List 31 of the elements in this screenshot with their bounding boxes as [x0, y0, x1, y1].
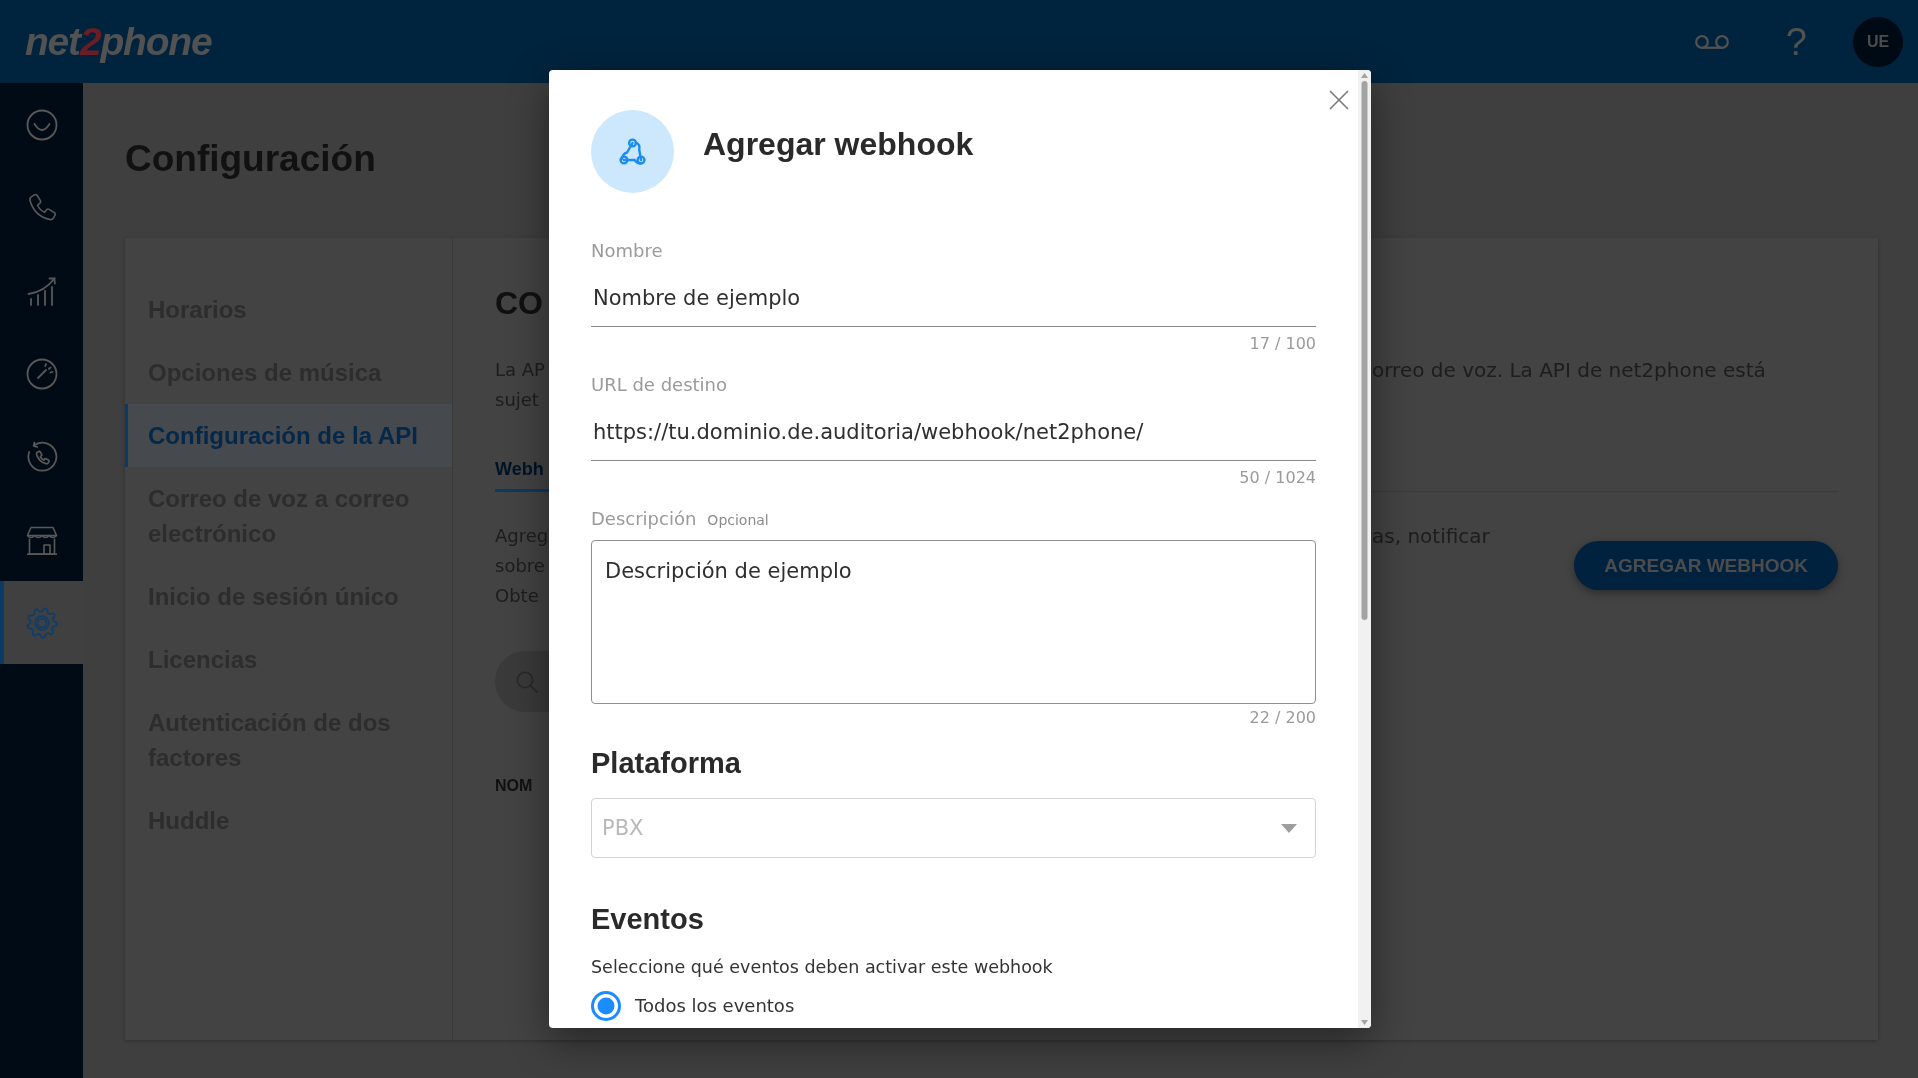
field-label: URL de destino: [591, 373, 727, 397]
char-counter: 17 / 100: [1249, 333, 1316, 355]
dialog-title: Agregar webhook: [703, 125, 974, 164]
help-button[interactable]: ?: [1785, 19, 1807, 64]
add-webhook-button[interactable]: AGREGAR WEBHOOK: [1574, 541, 1838, 590]
phone-history-icon: [25, 440, 58, 473]
char-counter: 22 / 200: [1249, 707, 1316, 729]
smiley-icon: [25, 108, 58, 141]
connected-nodes-icon: [591, 110, 674, 193]
gauge-icon: [25, 357, 58, 390]
scrollbar[interactable]: [1358, 70, 1371, 1028]
field-label: Nombre: [591, 239, 663, 263]
option-label: Todos los eventos: [635, 994, 795, 1018]
section-heading: Plataforma: [591, 746, 741, 780]
input-field[interactable]: https://tu.dominio.de.auditoria/webhook/net2phone/: [591, 406, 1316, 461]
instruction-text: Seleccione qué eventos deben activar este webhook: [591, 956, 1053, 979]
settings-icon: [25, 606, 58, 639]
radio-button[interactable]: [591, 991, 621, 1021]
optional-label: Opcional: [707, 511, 769, 530]
caret-icon: [1281, 823, 1297, 833]
input-field[interactable]: Nombre de ejemplo: [591, 272, 1316, 327]
field-label: Descripción: [591, 507, 697, 531]
settings-nav-item[interactable]: Configuración de la API: [125, 404, 452, 467]
close-icon[interactable]: [1329, 90, 1349, 110]
logo[interactable]: net2phone: [25, 19, 215, 64]
voicemail-icon[interactable]: [1694, 33, 1729, 50]
avatar[interactable]: UE: [1853, 16, 1903, 67]
textarea-field[interactable]: Descripción de ejemplo: [591, 540, 1316, 704]
char-counter: 50 / 1024: [1239, 467, 1316, 489]
section-heading: Eventos: [591, 902, 704, 936]
search-field[interactable]: [495, 651, 549, 712]
